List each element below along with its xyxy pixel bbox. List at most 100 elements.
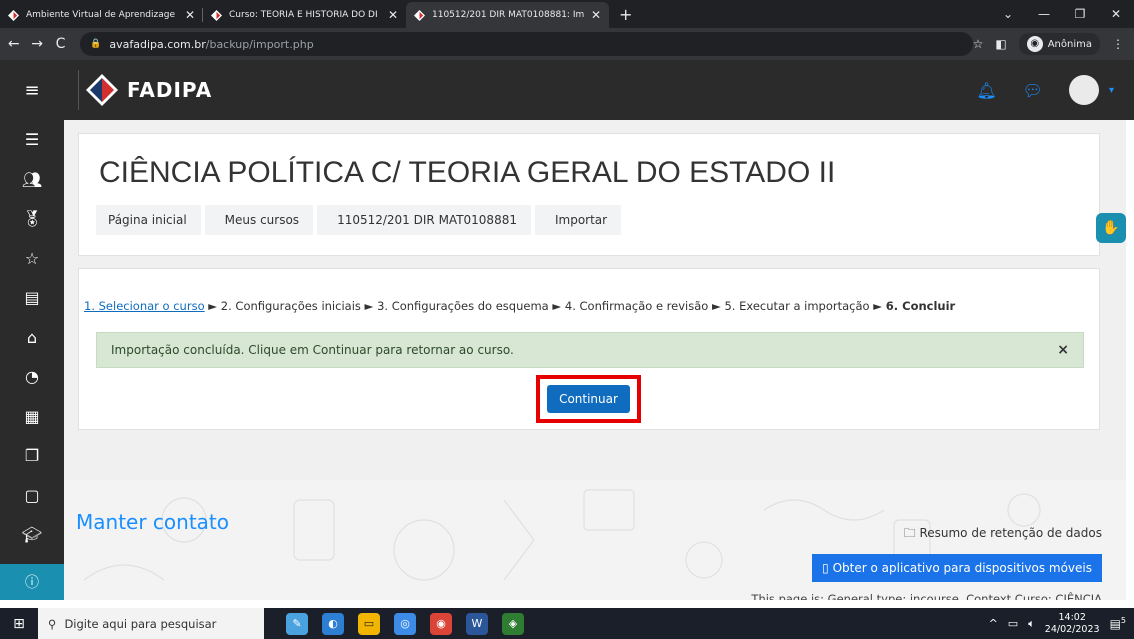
step-execute: 5. Executar a importação (724, 299, 870, 313)
home-icon[interactable]: ⌂ (0, 318, 64, 358)
restore-button[interactable]: ❐ (1062, 7, 1098, 21)
clipboard-icon[interactable]: ▢ (0, 476, 64, 516)
step-arrow: ► (208, 299, 218, 313)
network-icon[interactable]: ▭ (1008, 617, 1018, 630)
minimize-button[interactable]: — (1026, 7, 1062, 21)
url-host: avafadipa.com.br (109, 37, 206, 51)
star-bookmark-icon[interactable]: ☆ (973, 37, 984, 51)
data-retention-link[interactable]: 🗀 Resumo de retenção de dados (904, 524, 1102, 545)
widget-app-icon[interactable]: ✎ (286, 612, 308, 635)
incognito-profile-button[interactable]: ◉ Anônima (1018, 33, 1100, 55)
step-complete: 6. Concluir (885, 299, 956, 313)
browser-tab-1[interactable]: Ambiente Virtual de Aprendizage ✕ (0, 2, 203, 28)
url-path: /backup/import.php (205, 37, 314, 51)
tab-close-icon[interactable]: ✕ (388, 8, 398, 22)
reload-icon[interactable]: C (51, 36, 70, 52)
alert-message: Importação concluída. Clique em Continua… (111, 343, 514, 357)
breadcrumb-course[interactable]: 110512/201 DIR MAT0108881 (317, 205, 531, 235)
app-icon[interactable]: ◈ (502, 612, 524, 635)
mobile-app-button[interactable]: ▯ Obter o aplicativo para dispositivos m… (812, 554, 1102, 582)
course-index-icon[interactable]: ☰ (0, 120, 64, 160)
windows-taskbar: ⊞ ⚲ Digite aqui para pesquisar ✎ ◐ ▭ ◎ ◉… (0, 608, 1134, 639)
file-explorer-icon[interactable]: ▭ (358, 612, 380, 635)
forward-arrow-icon[interactable]: → (27, 36, 46, 52)
alert-close-icon[interactable]: × (1057, 342, 1069, 358)
browser-menu-icon[interactable]: ⋮ (1112, 37, 1124, 51)
word-app-icon[interactable]: W (466, 612, 488, 635)
sidepanel-icon[interactable]: ◧ (995, 37, 1006, 51)
browser-tab-3-active[interactable]: 110512/201 DIR MAT0108881: Im ✕ (406, 2, 609, 28)
folder-icon: 🗀 (903, 526, 920, 540)
edge-app-icon[interactable]: ◐ (322, 612, 344, 635)
breadcrumb: Página inicial Meus cursos 110512/201 DI… (96, 205, 625, 235)
search-placeholder: Digite aqui para pesquisar (64, 616, 217, 631)
fadipa-favicon-icon (211, 9, 222, 21)
tab-title: 110512/201 DIR MAT0108881: Im (432, 10, 585, 20)
page-footer: Manter contato 🗀 Resumo de retenção de d… (64, 480, 1126, 600)
fadipa-favicon-icon (414, 9, 425, 21)
browser-tab-bar: Ambiente Virtual de Aprendizage ✕ Curso:… (0, 0, 1134, 28)
breadcrumb-my-courses[interactable]: Meus cursos (204, 205, 314, 235)
tab-close-icon[interactable]: ✕ (591, 8, 601, 22)
volume-icon[interactable]: 🔈︎ (1028, 617, 1035, 631)
chrome-app-icon[interactable]: ◉ (430, 612, 452, 635)
messages-chat-icon[interactable]: 💬︎ (1023, 81, 1043, 100)
tray-chevron-up-icon[interactable]: ^ (989, 617, 998, 630)
url-field[interactable]: 🔒 avafadipa.com.br /backup/import.php (80, 32, 973, 56)
accessibility-icon[interactable]: ⓘ (0, 564, 64, 600)
step-select-course-link[interactable]: 1. Selecionar o curso (84, 299, 205, 313)
new-tab-button[interactable]: + (609, 2, 642, 28)
dashboard-gauge-icon[interactable]: ◔ (0, 357, 64, 397)
taskbar-apps: ✎ ◐ ▭ ◎ ◉ W ◈ (286, 612, 524, 635)
site-logo[interactable]: FADIPA (78, 70, 212, 110)
continue-button[interactable]: Continuar (547, 385, 630, 413)
tab-title: Ambiente Virtual de Aprendizage (26, 10, 176, 20)
profile-label: Anônima (1047, 38, 1092, 50)
sign-language-accessibility-icon[interactable]: ✋ (1096, 213, 1126, 243)
lock-icon: 🔒 (90, 39, 102, 49)
page-info-text: This page is: General type: incourse. Co… (751, 592, 1102, 600)
participants-icon[interactable]: 👥︎ (0, 160, 64, 200)
clock-date: 24/02/2023 (1044, 623, 1100, 635)
notification-center-icon[interactable]: ▤5 (1110, 616, 1126, 631)
windows-start-icon[interactable]: ⊞ (0, 616, 38, 632)
page-title: CIÊNCIA POLÍTICA C/ TEORIA GERAL DO ESTA… (99, 156, 836, 189)
address-bar-row: ← → C 🔒 avafadipa.com.br /backup/import.… (0, 28, 1134, 60)
import-card: 1. Selecionar o curso ► 2. Configurações… (78, 268, 1100, 430)
search-icon: ⚲ (48, 616, 57, 631)
browser-tab-2[interactable]: Curso: TEORIA E HISTÓRIA DO DI ✕ (203, 2, 406, 28)
taskbar-search-field[interactable]: ⚲ Digite aqui para pesquisar (38, 608, 264, 639)
files-icon[interactable]: ❐ (0, 436, 64, 476)
tab-close-icon[interactable]: ✕ (185, 8, 195, 22)
clock[interactable]: 14:02 24/02/2023 (1045, 612, 1100, 636)
logo-text: FADIPA (127, 78, 213, 102)
step-arrow: ► (552, 299, 562, 313)
fadipa-logo-icon (86, 74, 118, 106)
left-sidebar: ☰ 👥︎ 🏅︎ ☆ ▤ ⌂ ◔ ▦ ❐ ▢ 🎓︎ ⓘ (0, 120, 64, 600)
step-initial-settings: 2. Configurações iniciais (220, 299, 361, 313)
fadipa-favicon-icon (8, 9, 19, 21)
back-arrow-icon[interactable]: ← (4, 36, 23, 52)
tab-search-icon[interactable]: ⌄ (990, 7, 1026, 21)
hamburger-menu-icon[interactable]: ≡ (0, 80, 64, 101)
avatar (1068, 75, 1099, 105)
incognito-icon: ◉ (1026, 36, 1043, 52)
graduation-cap-icon[interactable]: 🎓︎ (0, 515, 64, 555)
favorites-star-icon[interactable]: ☆ (0, 239, 64, 279)
notifications-bell-icon[interactable]: 🔔︎ (976, 81, 996, 100)
breadcrumb-import[interactable]: Importar (534, 205, 622, 235)
user-menu[interactable]: ▾ (1068, 75, 1114, 105)
step-arrow: ► (364, 299, 374, 313)
highlight-box: Continuar (536, 375, 641, 423)
main-content: CIÊNCIA POLÍTICA C/ TEORIA GERAL DO ESTA… (64, 120, 1126, 600)
site-navbar: ≡ FADIPA 🔔︎ 💬︎ ▾ (0, 60, 1134, 120)
close-window-button[interactable]: ✕ (1098, 7, 1134, 21)
chevron-down-icon: ▾ (1108, 84, 1114, 96)
success-alert: Importação concluída. Clique em Continua… (96, 332, 1084, 368)
calendar-icon[interactable]: ▦ (0, 397, 64, 437)
page-header-card: CIÊNCIA POLÍTICA C/ TEORIA GERAL DO ESTA… (78, 133, 1100, 256)
store-app-icon[interactable]: ◎ (394, 612, 416, 635)
breadcrumb-home[interactable]: Página inicial (96, 205, 201, 235)
grades-book-icon[interactable]: ▤ (0, 278, 64, 318)
badges-icon[interactable]: 🏅︎ (0, 199, 64, 239)
